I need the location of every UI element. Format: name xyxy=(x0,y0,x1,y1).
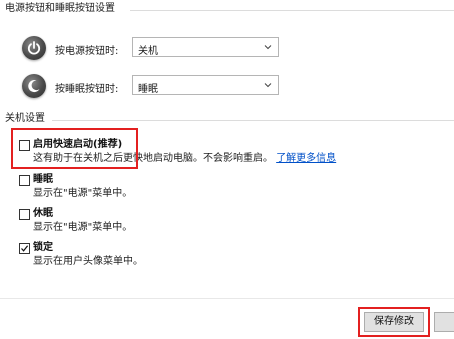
sleep-option: 睡眠 显示在"电源"菜单中。 xyxy=(19,174,449,202)
checkmark-icon xyxy=(21,245,29,252)
highlight-box-save xyxy=(358,307,430,337)
lock-description: 显示在用户头像菜单中。 xyxy=(33,256,143,267)
highlight-box-fast-startup xyxy=(11,128,138,169)
power-options-window: 电源按钮和睡眠按钮设置 按电源按钮时: 关机 按睡眠按钮时: 睡眠 关机设置 启… xyxy=(0,0,454,339)
moon-icon xyxy=(22,74,46,98)
hibernate-checkbox[interactable] xyxy=(19,209,30,220)
sleep-label: 睡眠 xyxy=(33,174,53,185)
chevron-down-icon xyxy=(264,83,272,88)
section-divider xyxy=(52,120,454,121)
power-icon xyxy=(22,36,46,60)
lock-option: 锁定 显示在用户头像菜单中。 xyxy=(19,242,449,270)
lock-label: 锁定 xyxy=(33,242,53,253)
power-button-row: 按电源按钮时: 关机 xyxy=(22,36,422,62)
lock-checkbox[interactable] xyxy=(19,243,30,254)
footer-divider xyxy=(0,298,454,299)
power-button-label: 按电源按钮时: xyxy=(55,46,119,57)
power-button-select[interactable]: 关机 xyxy=(132,37,279,57)
chevron-down-icon xyxy=(264,45,272,50)
learn-more-link[interactable]: 了解更多信息 xyxy=(276,153,336,164)
shutdown-section-title: 关机设置 xyxy=(5,113,45,124)
sleep-checkbox[interactable] xyxy=(19,175,30,186)
hibernate-option: 休眠 显示在"电源"菜单中。 xyxy=(19,208,449,236)
sleep-button-label: 按睡眠按钮时: xyxy=(55,84,119,95)
power-buttons-section-title: 电源按钮和睡眠按钮设置 xyxy=(5,3,115,14)
power-button-select-value: 关机 xyxy=(138,46,158,57)
sleep-button-select-value: 睡眠 xyxy=(138,84,158,95)
cancel-button[interactable] xyxy=(434,312,454,332)
section-divider xyxy=(130,10,454,11)
sleep-button-row: 按睡眠按钮时: 睡眠 xyxy=(22,74,422,100)
sleep-description: 显示在"电源"菜单中。 xyxy=(33,188,133,199)
hibernate-description: 显示在"电源"菜单中。 xyxy=(33,222,133,233)
sleep-button-select[interactable]: 睡眠 xyxy=(132,75,279,95)
hibernate-label: 休眠 xyxy=(33,208,53,219)
